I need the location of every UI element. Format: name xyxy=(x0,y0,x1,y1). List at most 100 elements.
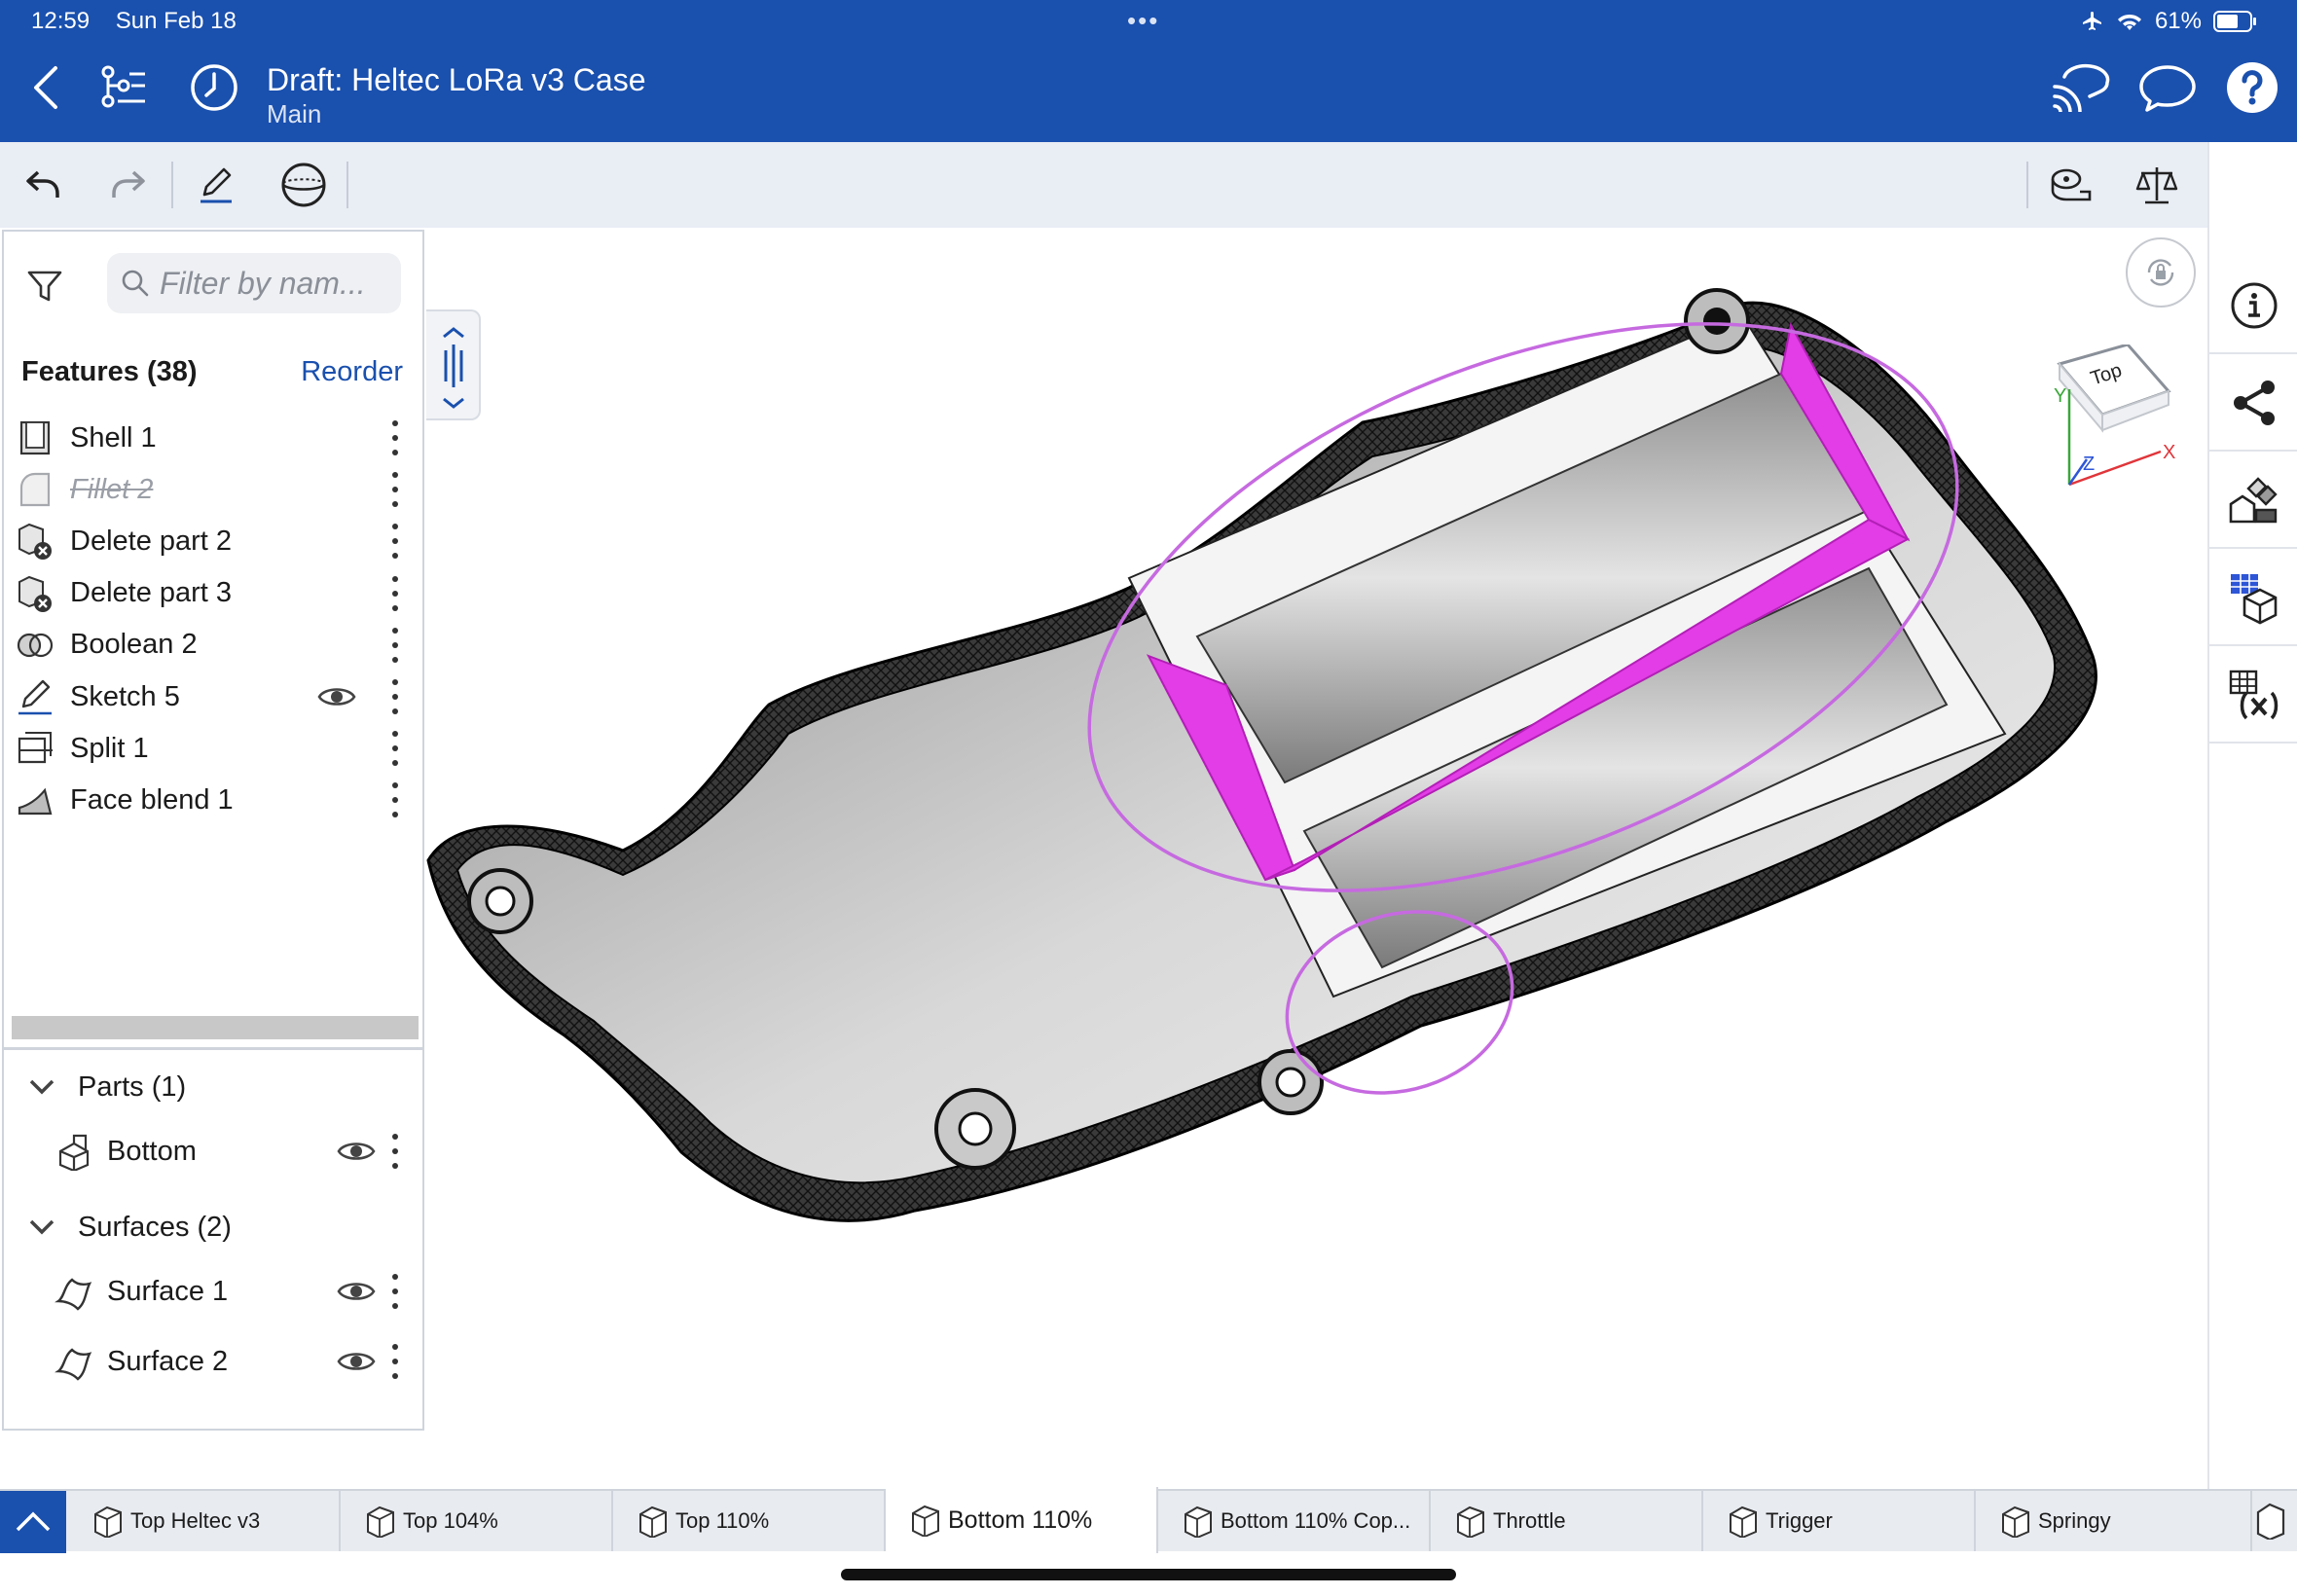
toolbar-separator xyxy=(346,162,348,208)
filter-icon[interactable] xyxy=(25,267,64,306)
feature-list-panel: Features (38) Reorder Shell 1 Fillet 2 Del… xyxy=(2,230,424,1431)
right-panel-rail xyxy=(2207,142,2297,1489)
document-tab[interactable]: Throttle xyxy=(1431,1491,1703,1551)
document-tab[interactable]: Top 110% xyxy=(613,1491,886,1551)
share-button[interactable] xyxy=(2209,356,2297,452)
feature-search-input[interactable] xyxy=(160,265,389,302)
tab-label: Top 104% xyxy=(403,1508,498,1533)
eye-icon[interactable] xyxy=(337,1137,376,1166)
redo-button[interactable] xyxy=(99,156,158,214)
configurations-button[interactable] xyxy=(2209,551,2297,646)
tab-label: Top Heltec v3 xyxy=(130,1508,261,1533)
tab-bar: Top Heltec v3 Top 104% Top 110% Bottom 110%… xyxy=(0,1487,2297,1553)
part-studio-icon xyxy=(639,1505,667,1538)
status-time: 12:59 xyxy=(31,8,91,34)
undo-button[interactable] xyxy=(14,156,72,214)
search-icon xyxy=(122,270,149,297)
eye-icon[interactable] xyxy=(317,682,356,711)
sphere-icon xyxy=(281,163,326,207)
feature-menu-icon[interactable] xyxy=(389,782,401,818)
eye-icon[interactable] xyxy=(337,1347,376,1376)
document-tab[interactable]: Springy xyxy=(1976,1491,2252,1551)
tab-label: Top 110% xyxy=(675,1508,770,1533)
appearance-icon xyxy=(2229,477,2278,524)
variable-table-icon xyxy=(2229,670,2279,720)
feature-row[interactable]: Face blend 1 xyxy=(4,761,422,839)
feature-search[interactable] xyxy=(107,253,401,313)
tab-manager-button[interactable] xyxy=(0,1491,66,1553)
screw-boss-1[interactable] xyxy=(467,868,533,934)
wifi-icon xyxy=(2117,15,2141,30)
screw-boss-2[interactable] xyxy=(1684,288,1750,354)
comments-button[interactable] xyxy=(2135,60,2200,115)
help-button[interactable] xyxy=(2223,60,2281,115)
feature-label: Fillet 2 xyxy=(70,473,154,505)
tab-label: Springy xyxy=(2038,1508,2111,1533)
share-icon xyxy=(2234,381,2275,425)
feature-label: Face blend 1 xyxy=(70,783,234,816)
workspace-name[interactable]: Main xyxy=(267,99,321,129)
versions-button[interactable] xyxy=(95,60,150,115)
info-icon xyxy=(2231,282,2278,329)
surface-menu-icon[interactable] xyxy=(389,1274,401,1309)
multitask-dots-icon[interactable]: ••• xyxy=(1127,6,1159,36)
view-cube[interactable]: Top Y X Z xyxy=(2005,343,2180,510)
measure-tool-button[interactable] xyxy=(2042,156,2100,214)
surface-icon xyxy=(55,1278,92,1311)
document-tab[interactable]: Trigger xyxy=(1703,1491,1976,1551)
surface-icon xyxy=(55,1348,92,1381)
screw-boss-4[interactable] xyxy=(934,1088,1016,1170)
tab-overflow[interactable] xyxy=(2254,1501,2293,1543)
document-tab[interactable]: Top Heltec v3 xyxy=(68,1491,341,1551)
document-tab[interactable]: Bottom 110% Cop... xyxy=(1158,1491,1431,1551)
pencil-icon xyxy=(201,167,232,203)
document-tab[interactable]: Top 104% xyxy=(341,1491,613,1551)
variables-button[interactable] xyxy=(2209,648,2297,744)
part-studio-icon xyxy=(912,1505,939,1537)
part-studio-icon xyxy=(94,1505,122,1538)
mass-properties-button[interactable] xyxy=(2128,156,2186,214)
parts-group-header[interactable]: Parts (1) xyxy=(4,1055,422,1119)
appearance-button[interactable] xyxy=(2209,453,2297,549)
home-indicator[interactable] xyxy=(841,1569,1456,1580)
chat-bubble-icon xyxy=(2139,65,2196,112)
properties-button[interactable] xyxy=(2209,259,2297,354)
status-right: 61% xyxy=(2081,8,2258,35)
feature-list-scrollbar[interactable] xyxy=(12,1016,419,1039)
connected-devices-button[interactable] xyxy=(2050,60,2112,115)
feature-label: Shell 1 xyxy=(70,421,157,453)
feature-label: Sketch 5 xyxy=(70,680,180,712)
tab-label: Bottom 110% xyxy=(948,1505,1093,1534)
surface-row-1[interactable]: Surface 1 xyxy=(4,1259,422,1324)
panel-divider xyxy=(4,1047,422,1050)
toolbar xyxy=(0,142,2207,228)
eye-icon[interactable] xyxy=(337,1277,376,1306)
top-bar: 12:59 Sun Feb 18 ••• 61% Draft: Heltec L… xyxy=(0,0,2297,142)
tape-measure-icon xyxy=(2051,168,2092,201)
display-mode-button[interactable] xyxy=(274,156,333,214)
part-menu-icon[interactable] xyxy=(389,1134,401,1169)
parts-heading: Parts (1) xyxy=(78,1070,187,1103)
part-studio-icon xyxy=(1457,1505,1484,1538)
surface-label: Surface 1 xyxy=(107,1275,229,1307)
sketch-tool-button[interactable] xyxy=(187,156,245,214)
surfaces-group-header[interactable]: Surfaces (2) xyxy=(4,1195,422,1259)
axis-label-y: Y xyxy=(2054,385,2067,407)
part-row-bottom[interactable]: Bottom xyxy=(4,1119,422,1183)
document-tab[interactable]: Bottom 110% xyxy=(886,1487,1158,1553)
back-button[interactable] xyxy=(18,60,72,115)
rotate-lock-icon xyxy=(2147,259,2174,286)
history-button[interactable] xyxy=(187,60,241,115)
document-title[interactable]: Draft: Heltec LoRa v3 Case xyxy=(267,62,646,98)
axis-label-z: Z xyxy=(2083,453,2096,475)
help-icon xyxy=(2227,62,2278,113)
part-icon xyxy=(58,1134,90,1171)
panel-resize-handle[interactable] xyxy=(426,309,481,420)
reorder-button[interactable]: Reorder xyxy=(301,356,403,388)
tab-label: Throttle xyxy=(1493,1508,1566,1533)
part-studio-icon xyxy=(367,1505,394,1538)
surface-row-2[interactable]: Surface 2 xyxy=(4,1329,422,1394)
surface-menu-icon[interactable] xyxy=(389,1344,401,1379)
view-reset-button[interactable] xyxy=(2126,237,2196,308)
screw-boss-3[interactable] xyxy=(1258,1049,1324,1115)
